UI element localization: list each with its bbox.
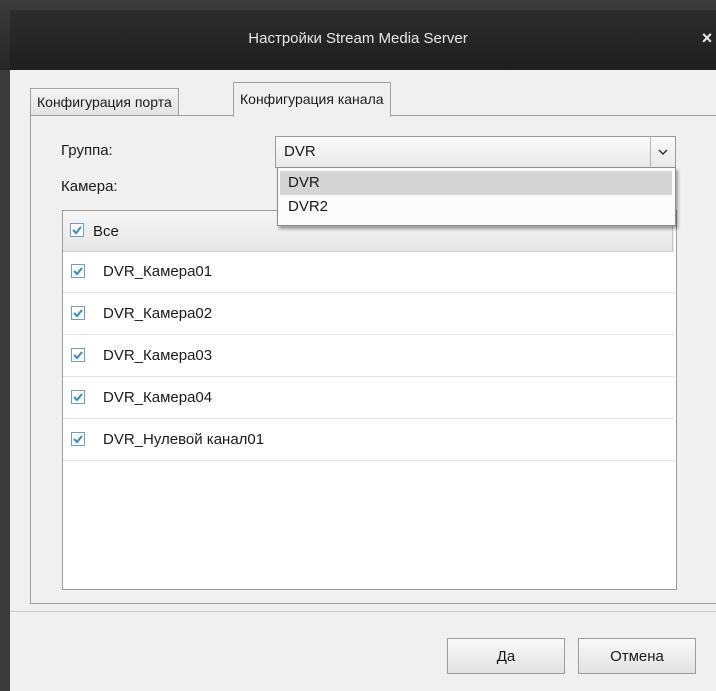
camera-name: DVR_Нулевой канал01 [103, 431, 265, 448]
tab-channel-config[interactable]: Конфигурация канала [233, 82, 391, 117]
camera-checkbox[interactable] [71, 306, 85, 320]
select-all-checkbox[interactable] [70, 223, 84, 237]
title-bar[interactable]: Настройки Stream Media Server × [0, 0, 716, 70]
list-item[interactable]: DVR_Камера04 [63, 377, 674, 419]
camera-checkbox[interactable] [71, 348, 85, 362]
ok-button[interactable]: Да [447, 638, 565, 674]
camera-list: Все DVR_Камера01 DVR_Камера02 DVR_Камера… [62, 210, 677, 590]
camera-name: DVR_Камера04 [103, 389, 213, 406]
camera-checkbox[interactable] [71, 390, 85, 404]
chevron-down-icon[interactable] [650, 137, 675, 167]
list-item[interactable]: DVR_Камера02 [63, 293, 674, 335]
list-item[interactable]: DVR_Камера01 [63, 251, 674, 293]
group-dropdown-list: DVR DVR2 [277, 167, 676, 226]
window-title: Настройки Stream Media Server [248, 30, 468, 47]
camera-name: DVR_Камера03 [103, 347, 213, 364]
dropdown-option[interactable]: DVR [280, 171, 672, 195]
close-icon[interactable]: × [695, 26, 716, 50]
list-item[interactable]: DVR_Нулевой канал01 [63, 419, 674, 461]
select-all-label: Все [93, 223, 119, 240]
group-select[interactable]: DVR [275, 136, 676, 168]
footer-divider [10, 611, 716, 612]
channel-config-panel: Группа: DVR DVR DVR2 Камера: Все DVR_Кам… [30, 115, 716, 604]
camera-name: DVR_Камера02 [103, 305, 213, 322]
settings-window: Настройки Stream Media Server × Конфигур… [0, 0, 716, 691]
group-select-value: DVR [284, 143, 316, 160]
tab-port-config[interactable]: Конфигурация порта [30, 88, 179, 116]
camera-checkbox[interactable] [71, 432, 85, 446]
cancel-button[interactable]: Отмена [578, 638, 696, 674]
camera-checkbox[interactable] [71, 264, 85, 278]
camera-name: DVR_Камера01 [103, 263, 213, 280]
dropdown-option[interactable]: DVR2 [280, 195, 672, 219]
camera-label: Камера: [61, 178, 118, 195]
dialog-body: Конфигурация порта Конфигурация канала Г… [10, 70, 716, 691]
list-item[interactable]: DVR_Камера03 [63, 335, 674, 377]
group-label: Группа: [61, 142, 113, 159]
